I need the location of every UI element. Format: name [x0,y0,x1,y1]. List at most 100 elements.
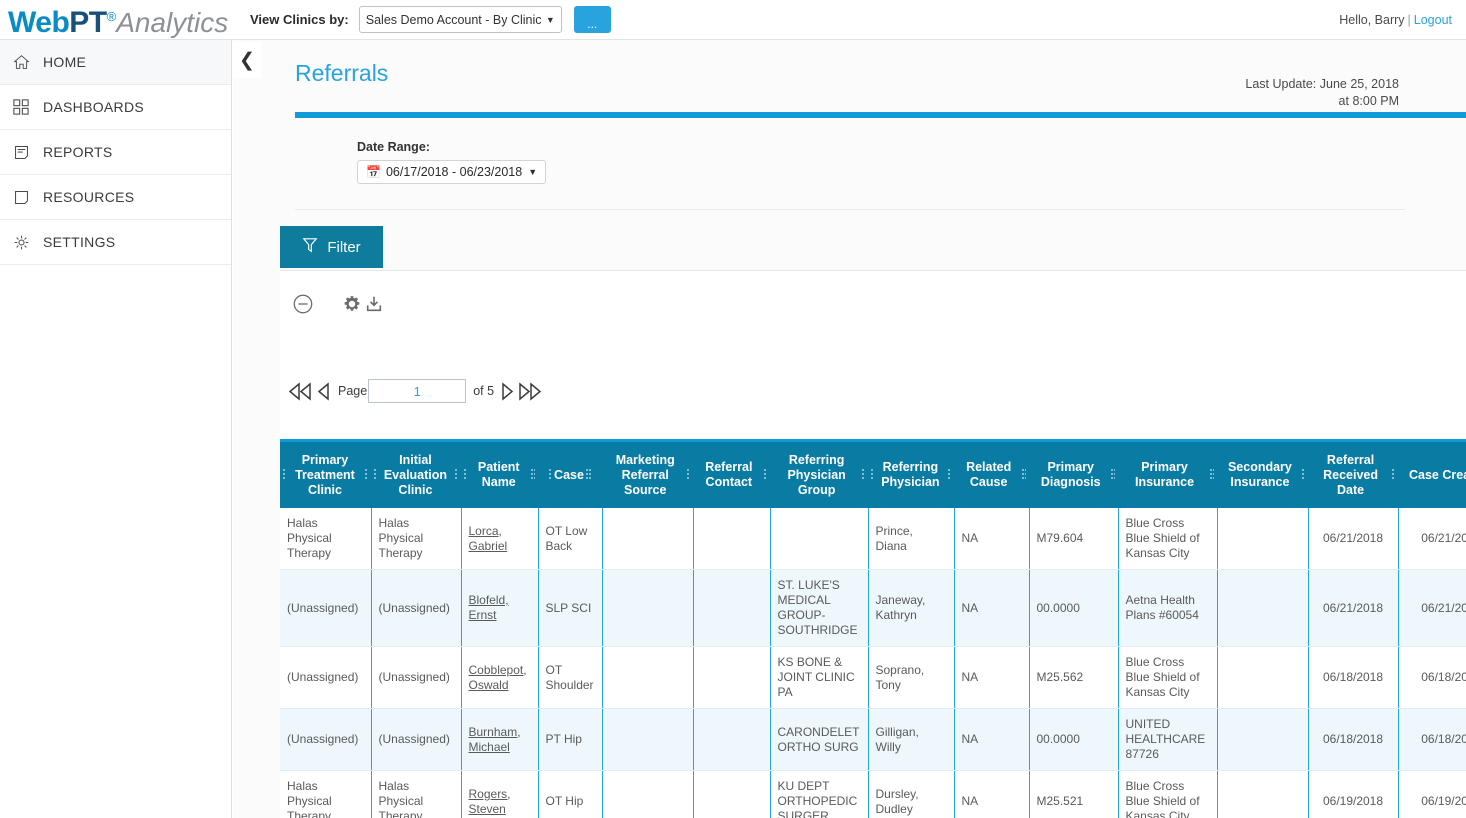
cell-patient-name: Blofeld, Ernst [461,569,539,647]
cell-primary-treatment-clinic: (Unassigned) [280,569,372,647]
sidebar-item-resources[interactable]: RESOURCES [0,175,231,220]
webpt-analytics-logo: WebPT®Analytics [0,1,232,39]
table-row: (Unassigned) (Unassigned) Cobblepot, Oswal… [280,646,1466,709]
cell-referral-received-date: 06/19/2018 [1308,770,1399,818]
column-header-referral-received-date[interactable]: Referral Received Date [1308,442,1398,508]
column-header-marketing-referral-source[interactable]: Marketing Referral Source [602,442,693,508]
column-resize-grip[interactable] [871,468,873,482]
column-resize-grip[interactable] [283,468,285,482]
last-page-button[interactable] [516,381,546,401]
patient-name-link[interactable]: Lorca, Gabriel [469,524,508,553]
cell-patient-name: Rogers, Steven [461,770,539,818]
column-header-primary-treatment-clinic[interactable]: Primary Treatment Clinic [280,442,371,508]
cell-marketing-referral-source [602,569,694,647]
cell-secondary-insurance [1217,508,1309,570]
column-header-referring-physician[interactable]: Referring Physician [868,442,954,508]
date-range-label: Date Range: [357,140,430,154]
cell-initial-evaluation-clinic: (Unassigned) [371,708,462,771]
cell-referral-received-date: 06/18/2018 [1308,646,1399,709]
user-account-area: Hello, Barry | Logout [1339,13,1452,27]
column-resize-grip[interactable] [1111,468,1115,482]
column-resize-grip[interactable] [947,468,951,482]
sidebar-item-reports[interactable]: REPORTS [0,130,231,175]
patient-name-link[interactable]: Burnham, Michael [469,725,521,754]
column-resize-grip[interactable] [455,468,458,482]
column-resize-grip[interactable] [687,468,690,482]
logo-analytics-text: Analytics [116,6,229,38]
cell-marketing-referral-source [602,646,694,709]
column-header-label: Primary Treatment Clinic [295,452,355,497]
cell-case: OT Low Back [538,508,603,570]
column-header-related-cause[interactable]: Related Cause [954,442,1029,508]
column-resize-grip[interactable] [1210,468,1214,482]
sidebar-item-label: HOME [43,54,87,70]
column-resize-grip[interactable] [374,468,376,482]
cell-referral-contact [693,508,771,570]
page-number-input[interactable] [368,379,467,403]
date-range-panel: Date Range: 📅 06/17/2018 - 06/23/2018 ▼ [295,118,1405,210]
report-icon [13,141,39,163]
cell-initial-evaluation-clinic: (Unassigned) [371,646,462,709]
column-resize-grip[interactable] [862,468,865,482]
column-header-patient-name[interactable]: Patient Name [461,442,538,508]
column-resize-grip[interactable] [365,468,368,482]
column-resize-grip[interactable] [531,468,536,482]
cell-primary-insurance: Aetna Health Plans #60054 [1118,569,1218,647]
column-resize-grip[interactable] [1392,468,1395,482]
column-resize-grip[interactable] [585,468,591,482]
calendar-icon: 📅 [366,165,381,179]
cell-related-cause: NA [954,646,1030,709]
column-header-label: Referral Received Date [1323,452,1378,497]
patient-name-link[interactable]: Cobblepot, Oswald [469,663,527,692]
cell-related-cause: NA [954,708,1030,771]
table-row: Halas Physical Therapy Halas Physical The… [280,770,1466,818]
clinic-select-dropdown[interactable]: Sales Demo Account - By Clinic ▼ [358,6,562,33]
cell-patient-name: Cobblepot, Oswald [461,646,539,709]
logout-link[interactable]: Logout [1414,13,1452,27]
cell-referral-received-date: 06/21/2018 [1308,508,1399,570]
previous-page-button[interactable] [315,381,333,401]
cell-referral-contact [693,569,771,647]
last-update-info: Last Update: June 25, 2018 at 8:00 PM [1245,76,1399,110]
column-header-label: Marketing Referral Source [615,452,675,497]
column-header-referral-contact[interactable]: Referral Contact [693,442,770,508]
cell-referring-physician: Dursley, Dudley [868,770,955,818]
column-header-secondary-insurance[interactable]: Secondary Insurance [1217,442,1308,508]
sidebar-collapse-button[interactable]: ❮ [233,42,261,78]
sidebar-item-home[interactable]: HOME [0,40,231,85]
column-header-case[interactable]: Case [538,442,602,508]
column-resize-grip[interactable] [1301,468,1305,482]
column-resize-grip[interactable] [464,468,467,482]
column-header-label: Primary Insurance [1134,460,1195,489]
cell-case-creation: 06/18/2018 [1398,646,1466,709]
first-page-button[interactable] [285,381,315,401]
download-icon[interactable] [365,295,383,313]
patient-name-link[interactable]: Blofeld, Ernst [469,593,509,622]
column-header-case-creation[interactable]: Case Creation [1398,442,1466,508]
column-resize-grip[interactable] [549,468,553,482]
column-header-primary-insurance[interactable]: Primary Insurance [1118,442,1217,508]
column-header-referring-physician-group[interactable]: Referring Physician Group [770,442,868,508]
date-range-value: 06/17/2018 - 06/23/2018 [385,165,523,179]
cell-primary-diagnosis: 00.0000 [1029,708,1119,771]
cell-case: OT Hip [538,770,603,818]
column-resize-grip[interactable] [1022,468,1026,482]
gear-icon[interactable] [343,295,361,313]
column-header-initial-evaluation-clinic[interactable]: Initial Evaluation Clinic [371,442,461,508]
cell-referral-received-date: 06/21/2018 [1308,569,1399,647]
sidebar-item-dashboards[interactable]: DASHBOARDS [0,85,231,130]
date-range-picker[interactable]: 📅 06/17/2018 - 06/23/2018 ▼ [357,160,547,184]
cell-case: OT Shoulder [538,646,603,709]
patient-name-link[interactable]: Rogers, Steven [469,787,511,816]
cell-marketing-referral-source [602,508,694,570]
more-options-button[interactable]: ... [573,6,611,33]
cell-case: PT Hip [538,708,603,771]
cell-initial-evaluation-clinic: Halas Physical Therapy [371,770,462,818]
sidebar-item-settings[interactable]: SETTINGS [0,220,231,265]
minus-circle-icon[interactable] [292,293,314,315]
next-page-button[interactable] [498,381,516,401]
filter-button[interactable]: Filter [280,226,383,268]
cell-referring-physician-group: KS BONE & JOINT CLINIC PA [770,646,869,709]
column-header-primary-diagnosis[interactable]: Primary Diagnosis [1029,442,1118,508]
column-resize-grip[interactable] [763,468,767,482]
